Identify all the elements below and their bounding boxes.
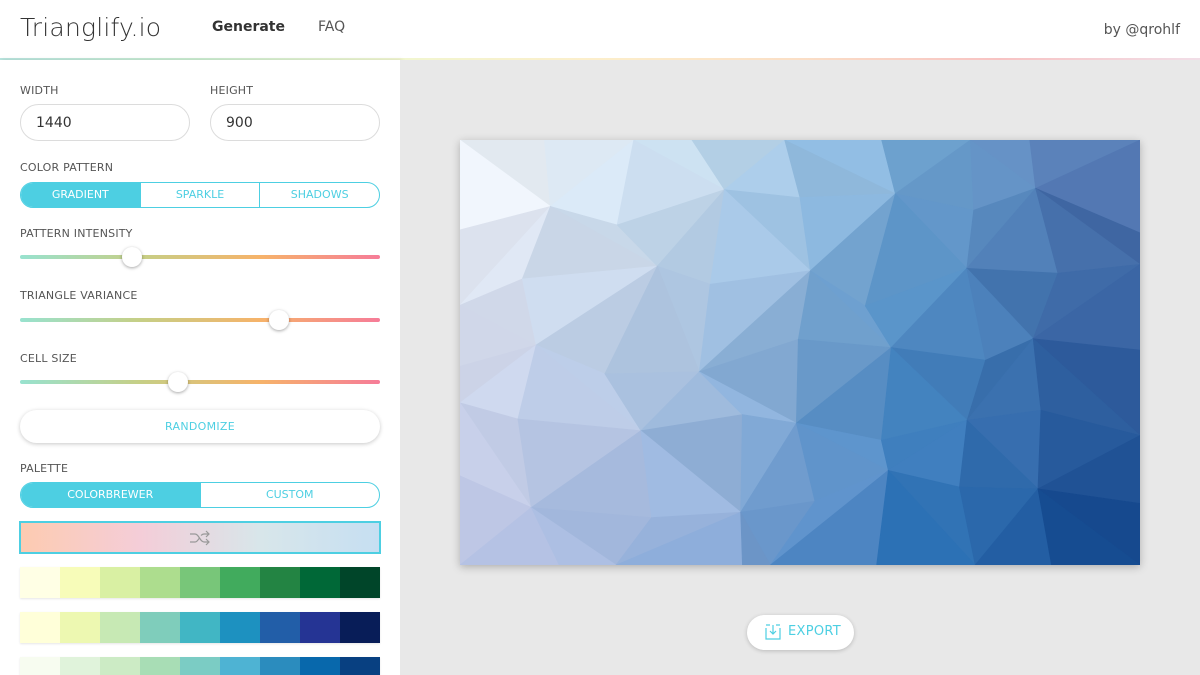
author-link[interactable]: by @qrohlf: [1104, 22, 1180, 38]
color-pattern-selector: GRADIENT SPARKLE SHADOWS: [20, 182, 380, 208]
cell-size-label: CELL SIZE: [20, 352, 77, 365]
export-label: EXPORT: [788, 624, 842, 639]
slider-track: [20, 318, 380, 322]
triangle-variance-label: TRIANGLE VARIANCE: [20, 289, 138, 302]
palette-swatch: [300, 612, 340, 643]
palette-swatch: [260, 657, 300, 675]
palette-option-row[interactable]: [20, 567, 380, 598]
palette-swatch: [180, 612, 220, 643]
palette-swatch: [100, 612, 140, 643]
palette-swatch: [140, 567, 180, 598]
palette-label: PALETTE: [20, 462, 69, 475]
height-label: HEIGHT: [210, 84, 254, 97]
pattern-intensity-slider[interactable]: [20, 247, 380, 267]
palette-swatch: [260, 612, 300, 643]
palette-swatch: [220, 567, 260, 598]
pattern-intensity-label: PATTERN INTENSITY: [20, 227, 133, 240]
palette-option-row[interactable]: [20, 612, 380, 643]
logo[interactable]: Trianglify.io: [20, 13, 161, 42]
pattern-option-shadows[interactable]: SHADOWS: [260, 183, 379, 207]
slider-thumb[interactable]: [269, 310, 290, 330]
color-pattern-label: COLOR PATTERN: [20, 161, 114, 174]
preview-area: EXPORT: [400, 60, 1200, 675]
cell-size-slider[interactable]: [20, 372, 380, 392]
pattern-option-sparkle[interactable]: SPARKLE: [141, 183, 261, 207]
palette-swatch: [220, 657, 260, 675]
palette-swatch: [300, 567, 340, 598]
palette-swatch: [100, 657, 140, 675]
palette-swatch: [260, 567, 300, 598]
triangle-variance-slider[interactable]: [20, 310, 380, 330]
palette-swatch: [60, 567, 100, 598]
pattern-option-gradient[interactable]: GRADIENT: [21, 183, 141, 207]
palette-swatch: [300, 657, 340, 675]
palette-option-row[interactable]: [20, 657, 380, 675]
palette-swatch: [340, 657, 380, 675]
palette-swatch: [140, 657, 180, 675]
palette-option-colorbrewer[interactable]: COLORBREWER: [21, 483, 201, 507]
width-label: WIDTH: [20, 84, 59, 97]
palette-swatch: [340, 612, 380, 643]
download-icon: [765, 624, 781, 640]
palette-option-custom[interactable]: CUSTOM: [201, 483, 380, 507]
palette-source-selector: COLORBREWER CUSTOM: [20, 482, 380, 508]
randomize-button[interactable]: RANDOMIZE: [20, 410, 380, 443]
palette-swatch: [220, 612, 260, 643]
slider-thumb[interactable]: [168, 372, 189, 392]
slider-track: [20, 380, 380, 384]
slider-thumb[interactable]: [121, 247, 142, 267]
height-input[interactable]: [210, 104, 380, 141]
palette-swatch: [20, 567, 60, 598]
palette-swatch: [60, 612, 100, 643]
slider-track: [20, 255, 380, 259]
palette-swatch: [100, 567, 140, 598]
shuffle-icon[interactable]: [189, 530, 211, 546]
triangle-pattern-image: [460, 140, 1140, 565]
palette-swatch: [20, 612, 60, 643]
width-input[interactable]: [20, 104, 190, 141]
palette-swatch: [340, 567, 380, 598]
palette-swatch: [20, 657, 60, 675]
nav-faq[interactable]: FAQ: [318, 19, 345, 35]
pattern-preview: [460, 140, 1140, 565]
header: Trianglify.io Generate FAQ by @qrohlf: [0, 0, 1200, 60]
export-button[interactable]: EXPORT: [747, 615, 854, 650]
palette-swatch: [180, 567, 220, 598]
palette-swatch: [60, 657, 100, 675]
palette-swatch: [140, 612, 180, 643]
palette-swatch: [180, 657, 220, 675]
selected-palette[interactable]: [19, 521, 381, 554]
settings-sidebar: WIDTH HEIGHT COLOR PATTERN GRADIENT SPAR…: [0, 60, 400, 675]
nav-generate[interactable]: Generate: [212, 19, 285, 35]
